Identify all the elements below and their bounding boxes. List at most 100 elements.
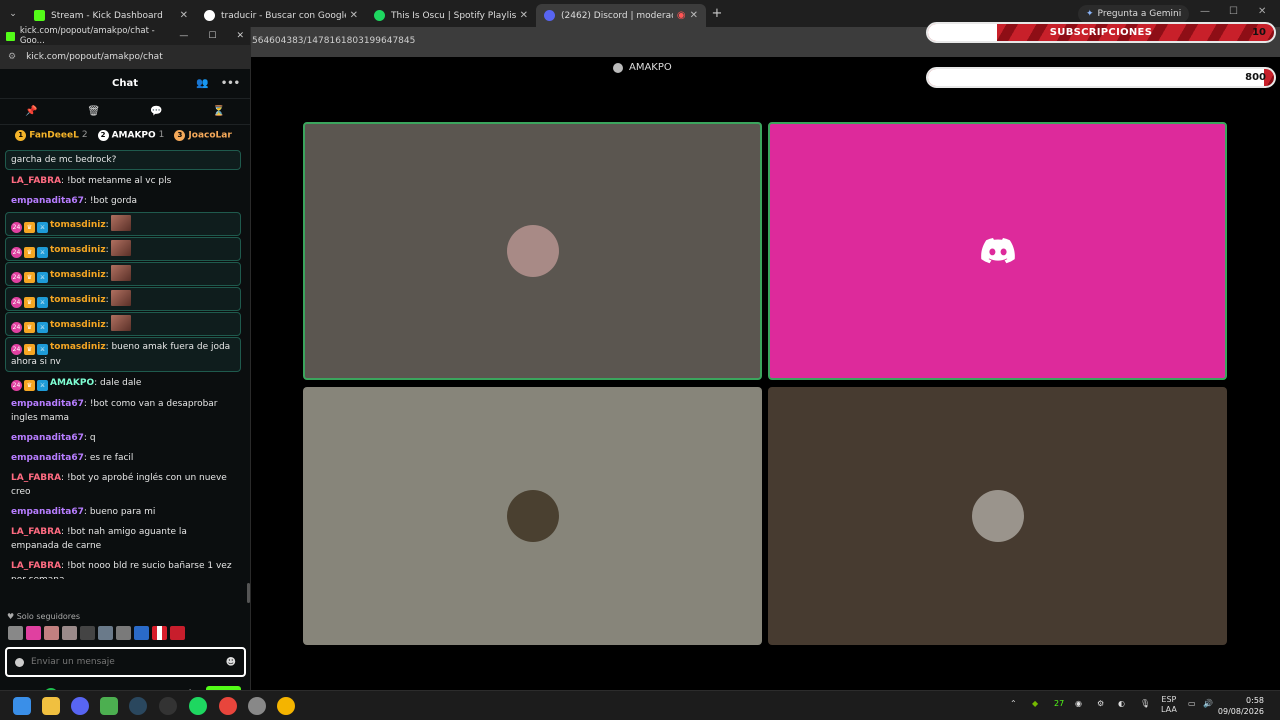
close-icon[interactable]: ✕	[236, 31, 244, 41]
pin-icon[interactable]: 📌	[25, 106, 37, 117]
chat-username[interactable]: tomasdiniz	[50, 342, 106, 352]
chat-message[interactable]: empanadita67: q	[0, 428, 246, 448]
mic-icon[interactable]: 🎙	[1140, 699, 1150, 708]
chat-message[interactable]: 24 ♛ ⚔ tomasdiniz:	[5, 237, 241, 261]
volume-icon[interactable]: 🔊	[1203, 699, 1213, 708]
tab-discord[interactable]: (2462) Discord | moderado ◉ ✕	[536, 4, 706, 27]
close-icon[interactable]: ✕	[520, 10, 528, 21]
chat-username[interactable]: empanadita67	[11, 433, 84, 443]
settings-app-icon[interactable]	[248, 697, 266, 715]
chat-scrollbar[interactable]	[247, 583, 250, 603]
emote-button[interactable]	[98, 626, 113, 640]
chat-username[interactable]: empanadita67	[11, 453, 84, 463]
leaderboard-entry[interactable]: 2 AMAKPO 1	[97, 129, 164, 141]
minimize-icon[interactable]: —	[179, 31, 188, 41]
tray-overflow-icon[interactable]: ⌃	[1010, 699, 1017, 708]
trash-icon[interactable]: 🗑	[87, 106, 100, 117]
steam-icon[interactable]	[129, 697, 147, 715]
emote-button[interactable]	[44, 626, 59, 640]
chat-username[interactable]: tomasdiniz	[50, 295, 106, 305]
users-icon[interactable]: 👥	[196, 78, 208, 89]
obs-icon[interactable]	[159, 697, 177, 715]
leaderboard-entry[interactable]: 3 JoacoLar	[174, 129, 234, 141]
discord-app-icon[interactable]	[71, 697, 89, 715]
emote-button[interactable]	[62, 626, 77, 640]
emote-button[interactable]	[80, 626, 95, 640]
minimize-icon[interactable]: —	[1200, 6, 1210, 17]
chat-username[interactable]: LA_FABRA	[11, 561, 61, 571]
tab-kick-dashboard[interactable]: Stream - Kick Dashboard ✕	[26, 4, 196, 27]
tray-app-icon[interactable]: ◐	[1118, 699, 1125, 708]
emote-button[interactable]	[170, 626, 185, 640]
discord-tray-icon[interactable]: ◉	[1075, 699, 1082, 708]
chat-message-input[interactable]	[31, 657, 226, 667]
close-icon[interactable]: ✕	[690, 10, 698, 21]
minecraft-icon[interactable]	[100, 697, 118, 715]
chat-message[interactable]: LA_FABRA: !bot metanme al vc pls	[0, 171, 246, 191]
chrome-active-icon[interactable]	[277, 697, 295, 715]
close-icon[interactable]: ✕	[180, 10, 188, 21]
gemini-button[interactable]: ✦ Pregunta a Gemini	[1078, 5, 1190, 23]
tab-spotify[interactable]: This Is Oscu | Spotify Playlist ✕	[366, 4, 536, 27]
chat-message[interactable]: 24 ♛ ⚔ tomasdiniz: bueno amak fuera de joda…	[5, 337, 241, 372]
chat-message[interactable]: empanadita67: !bot gorda	[0, 191, 246, 211]
more-icon[interactable]: •••	[221, 78, 240, 89]
new-tab-button[interactable]: +	[706, 6, 728, 21]
site-settings-icon[interactable]: ⚙	[8, 52, 16, 62]
chat-message[interactable]: 24 ♛ ⚔ tomasdiniz:	[5, 287, 241, 311]
nvidia-icon[interactable]: ◆	[1032, 699, 1038, 708]
chat-message[interactable]: 24 ♛ ⚔ tomasdiniz:	[5, 212, 241, 236]
chat-message[interactable]: empanadita67: es re facil	[0, 448, 246, 468]
chat-username[interactable]: tomasdiniz	[50, 320, 106, 330]
emote-button[interactable]	[26, 626, 41, 640]
popout-url[interactable]: kick.com/popout/amakpo/chat	[26, 52, 163, 62]
url-text[interactable]: 564604383/1478161803199647845	[252, 36, 415, 46]
hourglass-icon[interactable]: ⏳	[213, 106, 225, 117]
maximize-icon[interactable]: ☐	[1229, 6, 1238, 17]
smile-icon[interactable]: ☻	[226, 657, 236, 668]
language-indicator[interactable]: ESP LAA	[1161, 695, 1177, 715]
chat-message[interactable]: LA_FABRA: !bot yo aprobé inglés con un n…	[0, 468, 246, 502]
participant-tile[interactable]	[768, 122, 1227, 380]
network-icon[interactable]: ▭	[1188, 699, 1196, 708]
chat-username[interactable]: empanadita67	[11, 399, 84, 409]
leaderboard-entry[interactable]: 1 FanDeeeL 2	[15, 129, 88, 141]
chat-message[interactable]: 24 ♛ ⚔ tomasdiniz:	[5, 312, 241, 336]
emote-button[interactable]	[134, 626, 149, 640]
chat-username[interactable]: tomasdiniz	[50, 220, 106, 230]
chat-username[interactable]: tomasdiniz	[50, 270, 106, 280]
chat-message[interactable]: empanadita67: !bot como van a desaprobar…	[0, 394, 246, 428]
participant-tile[interactable]	[768, 387, 1227, 645]
chat-message[interactable]: empanadita67: bueno para mi	[0, 502, 246, 522]
chat-message[interactable]: 24 ♛ ⚔ tomasdiniz:	[5, 262, 241, 286]
chrome-icon[interactable]	[219, 697, 237, 715]
chat-username[interactable]: LA_FABRA	[11, 176, 61, 186]
chat-message[interactable]: garcha de mc bedrock?	[5, 150, 241, 170]
file-explorer-icon[interactable]	[42, 697, 60, 715]
participant-tile[interactable]	[303, 122, 762, 380]
emote-button[interactable]	[152, 626, 167, 640]
spotify-app-icon[interactable]	[189, 697, 207, 715]
maximize-icon[interactable]: ☐	[208, 31, 216, 41]
tray-app-icon[interactable]: ⚙	[1097, 699, 1104, 708]
chat-username[interactable]: AMAKPO	[50, 378, 94, 388]
chat-message[interactable]: LA_FABRA: !bot nah amigo aguante la empa…	[0, 522, 246, 556]
chat-message[interactable]: 24 ♛ ⚔ AMAKPO: dale dale	[0, 373, 246, 394]
temperature-icon[interactable]: 27	[1054, 699, 1064, 708]
participant-tile[interactable]	[303, 387, 762, 645]
chat-username[interactable]: LA_FABRA	[11, 473, 61, 483]
emote-button[interactable]	[8, 626, 23, 640]
windows-start-icon[interactable]	[13, 697, 31, 715]
chat-message[interactable]: LA_FABRA: !bot nooo bld re sucio bañarse…	[0, 556, 246, 579]
chat-username[interactable]: empanadita67	[11, 507, 84, 517]
message-icon[interactable]: 💬	[150, 106, 162, 117]
chat-username[interactable]: tomasdiniz	[50, 245, 106, 255]
chat-username[interactable]: empanadita67	[11, 196, 84, 206]
emote-picker-icon[interactable]	[15, 657, 24, 667]
close-icon[interactable]: ✕	[350, 10, 358, 21]
tab-google-search[interactable]: traducir - Buscar con Google ✕	[196, 4, 366, 27]
tab-search-button[interactable]: ⌄	[0, 0, 26, 27]
emote-button[interactable]	[116, 626, 131, 640]
chat-username[interactable]: LA_FABRA	[11, 527, 61, 537]
system-clock[interactable]: 0:58 09/08/2026	[1218, 695, 1264, 717]
